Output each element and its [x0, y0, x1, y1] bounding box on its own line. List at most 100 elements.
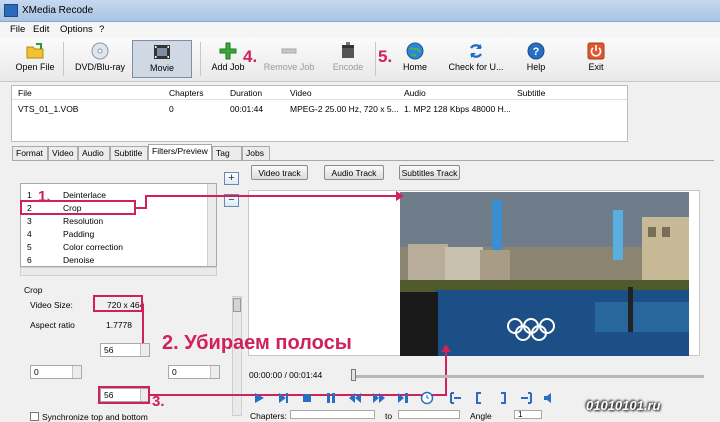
remove-job-label: Remove Job — [263, 62, 315, 72]
remove-filter-button[interactable]: − — [224, 194, 239, 207]
filter-row-denoise[interactable]: 6 Denoise — [23, 254, 208, 267]
tab-format[interactable]: Format — [12, 146, 48, 160]
crop-group-title: Crop — [24, 285, 43, 295]
stop-icon[interactable] — [300, 391, 314, 405]
filter-row-padding[interactable]: 4 Padding — [23, 228, 208, 241]
file-list[interactable]: File Chapters Duration Video Audio Subti… — [11, 85, 628, 142]
step-forward-icon[interactable] — [276, 391, 290, 405]
crop-scrollbar[interactable] — [232, 296, 242, 416]
pause-icon[interactable] — [324, 391, 338, 405]
chapters-to-field[interactable] — [398, 410, 460, 419]
menu-file[interactable]: File — [10, 24, 25, 35]
duration-cell: 00:01:44 — [230, 104, 264, 114]
column-header-chapters[interactable]: Chapters — [169, 88, 204, 98]
menu-edit[interactable]: Edit — [33, 24, 49, 35]
mark-end-icon[interactable] — [520, 391, 534, 405]
filter-number: 4 — [27, 229, 32, 239]
tab-audio[interactable]: Audio — [78, 146, 110, 160]
encode-button[interactable]: Encode — [328, 40, 368, 78]
bracket-left-icon[interactable] — [472, 391, 486, 405]
crop-left-spinner[interactable] — [72, 366, 81, 378]
skip-end-icon[interactable] — [396, 391, 410, 405]
help-button[interactable]: ? Help — [522, 40, 550, 78]
audio-track-button[interactable]: Audio Track — [324, 165, 384, 180]
check-update-label: Check for U... — [448, 62, 504, 72]
minus-icon — [281, 48, 297, 54]
crop-top-spinner[interactable] — [140, 344, 149, 356]
subtitles-track-button[interactable]: Subtitles Track — [399, 165, 460, 180]
dvd-button[interactable]: DVD/Blu-ray — [72, 40, 128, 78]
seek-thumb[interactable] — [351, 369, 356, 381]
video-size-label: Video Size: — [30, 300, 73, 310]
table-row[interactable]: VTS_01_1.VOB 0 00:01:44 MPEG-2 25.00 Hz,… — [12, 102, 627, 116]
menu-options[interactable]: Options — [60, 24, 93, 35]
clapper-icon — [342, 42, 354, 58]
fast-forward-icon[interactable] — [372, 391, 386, 405]
filter-list-hscrollbar[interactable] — [20, 267, 217, 276]
crop-left-field[interactable]: 0 — [30, 365, 82, 379]
sync-label: Synchronize top and bottom — [42, 412, 148, 422]
mark-start-icon[interactable] — [448, 391, 462, 405]
volume-icon[interactable] — [542, 391, 556, 405]
filter-list-scrollbar[interactable] — [207, 184, 216, 266]
tab-video[interactable]: Video — [48, 146, 78, 160]
folder-icon — [26, 43, 44, 59]
sync-checkbox[interactable] — [30, 412, 39, 421]
play-icon[interactable] — [252, 391, 266, 405]
video-track-button[interactable]: Video track — [251, 165, 308, 180]
tab-subtitle[interactable]: Subtitle — [110, 146, 148, 160]
tab-tag[interactable]: Tag — [212, 146, 242, 160]
check-update-button[interactable]: Check for U... — [446, 40, 506, 78]
open-file-button[interactable]: Open File — [12, 40, 58, 78]
menu-help[interactable]: ? — [99, 24, 104, 35]
add-job-button[interactable]: Add Job — [208, 40, 248, 78]
add-filter-button[interactable]: + — [224, 172, 239, 185]
chapters-from-field[interactable] — [290, 410, 375, 419]
column-header-duration[interactable]: Duration — [230, 88, 262, 98]
filter-number: 1 — [27, 190, 32, 200]
menu-bar: File Edit Options ? — [0, 22, 720, 38]
annotation-step4: 4. — [243, 47, 258, 66]
watermark-text: 01010101.ru — [586, 398, 661, 413]
svg-text:?: ? — [533, 46, 540, 58]
olympic-scene-image — [400, 192, 689, 356]
seek-bar[interactable] — [352, 375, 704, 378]
chapters-to-label: to — [385, 411, 393, 421]
disc-icon — [91, 42, 109, 60]
column-header-audio[interactable]: Audio — [404, 88, 426, 98]
filter-number: 3 — [27, 216, 32, 226]
encode-label: Encode — [332, 62, 364, 72]
toolbar-separator — [63, 42, 64, 76]
video-size-highlight-box — [93, 295, 143, 312]
filter-row-resolution[interactable]: 3 Resolution — [23, 215, 208, 228]
movie-label: Movie — [149, 63, 174, 73]
remove-job-button[interactable]: Remove Job — [262, 40, 316, 78]
crop-right-field[interactable]: 0 — [168, 365, 220, 379]
power-icon — [587, 42, 605, 60]
movie-button[interactable]: Movie — [132, 40, 192, 78]
column-header-video[interactable]: Video — [290, 88, 312, 98]
filter-name: Deinterlace — [63, 190, 106, 200]
filter-row-color-correction[interactable]: 5 Color correction — [23, 241, 208, 254]
angle-field[interactable]: 1 — [514, 410, 542, 419]
tab-filters-preview[interactable]: Filters/Preview — [148, 144, 212, 160]
bracket-right-icon[interactable] — [496, 391, 510, 405]
annotation-step5: 5. — [378, 47, 393, 66]
help-label: Help — [526, 62, 546, 72]
rewind-icon[interactable] — [348, 391, 362, 405]
video-preview — [400, 192, 689, 356]
column-header-subtitle[interactable]: Subtitle — [517, 88, 545, 98]
column-header-file[interactable]: File — [18, 88, 32, 98]
crop-scroll-thumb[interactable] — [233, 298, 241, 312]
exit-button[interactable]: Exit — [583, 40, 609, 78]
tab-jobs[interactable]: Jobs — [242, 146, 270, 160]
audio-cell: 1. MP2 128 Kbps 48000 H... — [404, 104, 511, 114]
filter-name: Resolution — [63, 216, 104, 226]
clock-icon[interactable] — [420, 391, 434, 405]
video-cell: MPEG-2 25.00 Hz, 720 x 5... — [290, 104, 399, 114]
chapters-cell: 0 — [169, 104, 174, 114]
crop-right-spinner[interactable] — [210, 366, 219, 378]
home-button[interactable]: Home — [398, 40, 432, 78]
crop-top-field[interactable]: 56 — [100, 343, 150, 357]
dvd-label: DVD/Blu-ray — [74, 62, 125, 72]
